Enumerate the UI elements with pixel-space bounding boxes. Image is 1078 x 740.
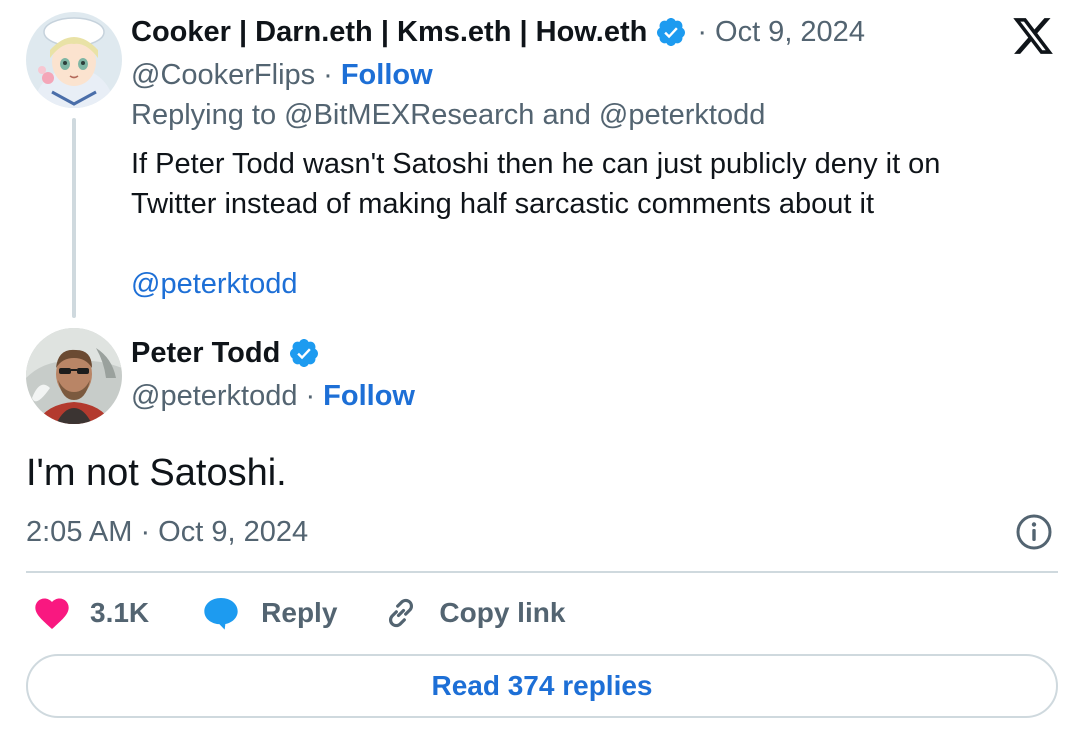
mention-link[interactable]: @peterktodd (131, 264, 297, 304)
like-count: 3.1K (90, 597, 150, 628)
copy-link-label: Copy link (439, 597, 566, 628)
speech-bubble-icon (201, 593, 241, 633)
follow-button[interactable]: Follow (341, 55, 433, 95)
reply-tweet-handle-row: @CookerFlips · Follow (131, 55, 433, 95)
main-tweet-header: Peter Todd (131, 333, 320, 373)
replying-to-text: Replying to @BitMEXResearch and @peterkt… (131, 99, 766, 131)
x-logo-icon[interactable] (1010, 14, 1056, 58)
like-button[interactable]: 3.1K (26, 593, 149, 633)
separator-dot: · (323, 59, 333, 91)
reply-button[interactable]: Reply (201, 593, 337, 633)
author-display-name[interactable]: Cooker | Darn.eth | Kms.eth | How.eth (131, 12, 647, 52)
thread-connector-line (72, 118, 76, 318)
main-tweet-handle-row: @peterktodd · Follow (131, 376, 415, 416)
cooker-avatar[interactable] (26, 12, 122, 108)
author-display-name[interactable]: Peter Todd (131, 333, 280, 373)
separator-dot: · (697, 16, 708, 48)
main-tweet-text: I'm not Satoshi. (26, 452, 287, 494)
info-icon[interactable] (1015, 513, 1053, 551)
verified-badge-icon (655, 16, 687, 48)
reply-tweet-text: If Peter Todd wasn't Satoshi then he can… (131, 148, 941, 220)
reply-tweet-date[interactable]: Oct 9, 2024 (715, 12, 865, 52)
link-icon (381, 593, 421, 633)
heart-icon (32, 593, 72, 633)
peter-todd-avatar[interactable] (26, 328, 122, 424)
separator-dot: · (305, 380, 316, 412)
reply-tweet-header: Cooker | Darn.eth | Kms.eth | How.eth · … (131, 12, 865, 52)
copy-link-button[interactable]: Copy link (381, 593, 565, 633)
photo-avatar-icon (26, 328, 122, 424)
author-handle[interactable]: @peterktodd (131, 376, 297, 416)
divider (26, 571, 1058, 573)
verified-badge-icon (288, 337, 320, 369)
follow-button[interactable]: Follow (323, 376, 415, 416)
reply-label: Reply (261, 597, 338, 628)
tweet-actions: 3.1K Reply Copy link (26, 590, 565, 636)
cartoon-avatar-icon (26, 12, 122, 108)
read-replies-button[interactable]: Read 374 replies (26, 654, 1058, 718)
author-handle[interactable]: @CookerFlips (131, 55, 315, 95)
tweet-timestamp[interactable]: 2:05 AM · Oct 9, 2024 (26, 512, 308, 552)
